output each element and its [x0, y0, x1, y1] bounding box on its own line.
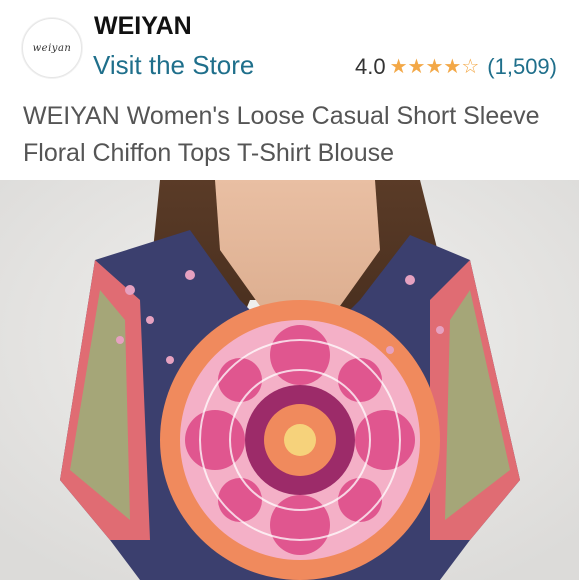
rating-summary[interactable]: 4.0 ★ ★ ★ ★ ☆ (1,509): [355, 54, 557, 80]
review-count-link[interactable]: (1,509): [487, 54, 557, 80]
product-photo-illustration: [0, 180, 579, 580]
star-filled-icon: ★: [389, 56, 408, 78]
star-empty-icon: ☆: [461, 56, 480, 78]
visit-store-link[interactable]: Visit the Store: [93, 50, 254, 81]
rating-value: 4.0: [355, 54, 386, 79]
brand-name: WEIYAN: [94, 12, 192, 40]
product-header: weiyan WEIYAN Visit the Store 4.0 ★ ★ ★ …: [0, 0, 579, 90]
product-image[interactable]: [0, 180, 579, 580]
brand-logo-text: weiyan: [32, 42, 72, 54]
star-filled-icon: ★: [443, 56, 462, 78]
star-rating: ★ ★ ★ ★ ☆: [390, 57, 480, 77]
star-filled-icon: ★: [425, 56, 444, 78]
star-filled-icon: ★: [407, 56, 426, 78]
product-title: WEIYAN Women's Loose Casual Short Sleeve…: [23, 102, 540, 167]
brand-logo[interactable]: weiyan: [22, 18, 82, 78]
